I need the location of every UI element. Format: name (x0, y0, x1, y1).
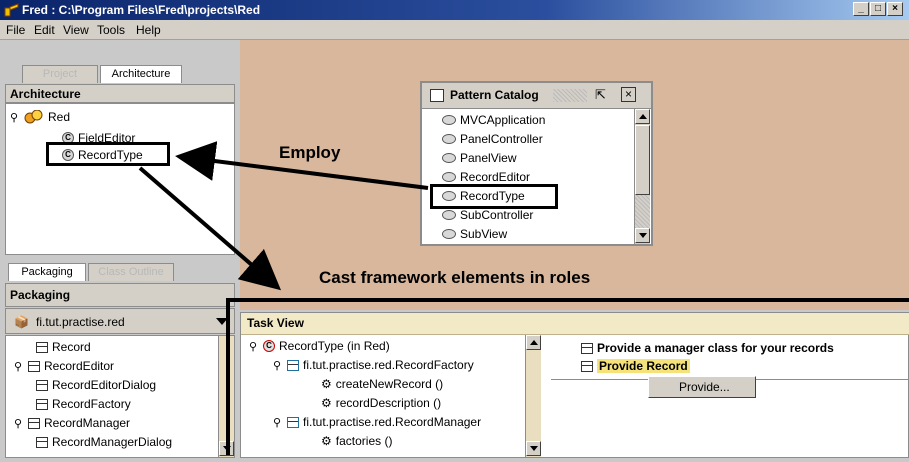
cast-label: Cast framework elements in roles (319, 268, 591, 287)
employ-label: Employ (279, 143, 341, 162)
annotation-overlay (138, 141, 909, 455)
application-window: Fred : C:\Program Files\Fred\projects\Re… (0, 0, 909, 462)
cast-arrow (138, 166, 282, 291)
cast-frame (226, 298, 909, 455)
